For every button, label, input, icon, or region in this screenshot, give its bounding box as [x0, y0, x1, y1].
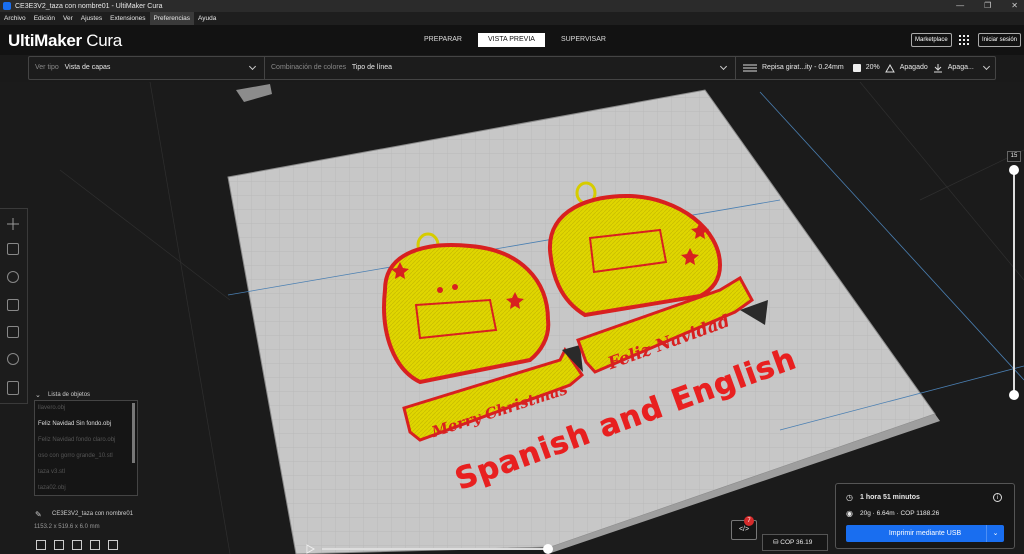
menu-ver[interactable]: Ver [59, 12, 77, 25]
view-front-icon[interactable] [54, 540, 64, 550]
list-item[interactable]: taza02.obj [38, 485, 66, 491]
list-item[interactable]: taza v3.stl [38, 469, 65, 475]
cura-app-icon [3, 2, 11, 10]
rotate-tool-icon[interactable] [7, 271, 19, 283]
per-model-settings-icon[interactable] [7, 326, 19, 338]
project-file-name: CE3E3V2_taza con nombre01 [52, 511, 134, 517]
scrollbar[interactable] [132, 403, 135, 463]
menu-edicion[interactable]: Edición [30, 12, 59, 25]
object-list[interactable]: llavero.obj Feliz Navidad Sin fondo.obj … [34, 400, 138, 496]
adhesion-icon [933, 63, 942, 72]
apps-grid-icon[interactable] [959, 35, 969, 45]
window-controls: — ❐ ✕ [956, 0, 1018, 12]
list-item[interactable]: oso con gorro grande_10.stl [38, 453, 113, 459]
minimize-icon[interactable]: — [956, 0, 964, 12]
chevron-down-icon[interactable]: ⌄ [35, 391, 41, 399]
material-usage: 20g · 6.64m · COP 1188.26 [860, 510, 940, 517]
print-usb-button[interactable]: Imprimir mediante USB ⌄ [846, 525, 1004, 542]
menu-ayuda[interactable]: Ayuda [194, 12, 220, 25]
tab-vista-previa[interactable]: VISTA PREVIA [478, 33, 545, 47]
object-list-panel: ⌄ Lista de objetos llavero.obj Feliz Nav… [28, 388, 142, 554]
tab-supervisar[interactable]: SUPERVISAR [551, 33, 616, 47]
close-icon[interactable]: ✕ [1011, 0, 1018, 12]
color-scheme-value: Tipo de línea [351, 64, 393, 71]
print-panel: ◷ 1 hora 51 minutos i ◉ 20g · 6.64m · CO… [835, 483, 1015, 549]
cylinder-tool-icon[interactable] [7, 381, 19, 395]
maximize-icon[interactable]: ❐ [984, 0, 991, 12]
list-item[interactable]: Feliz Navidad Sin fondo.obj [38, 421, 111, 427]
print-time: 1 hora 51 minutos [860, 494, 920, 501]
color-scheme-select[interactable]: Combinación de colores Tipo de línea [271, 57, 392, 79]
chevron-down-icon[interactable] [719, 62, 728, 71]
stage-tabs: PREPARAR VISTA PREVIA SUPERVISAR [414, 33, 616, 47]
infill-icon [852, 64, 861, 72]
signin-button[interactable]: Iniciar sesión [978, 33, 1022, 47]
mirror-tool-icon[interactable] [7, 299, 19, 311]
chevron-down-icon[interactable] [982, 62, 991, 71]
app-header: UltiMaker Cura PREPARAR VISTA PREVIA SUP… [0, 25, 1024, 55]
view-type-select[interactable]: Ver tipo Vista de capas [35, 57, 110, 79]
layer-slider[interactable] [1013, 170, 1015, 395]
list-item[interactable]: llavero.obj [38, 405, 65, 411]
layer-slider-top-handle[interactable] [1009, 165, 1019, 175]
menu-ajustes[interactable]: Ajustes [77, 12, 106, 25]
menu-extensiones[interactable]: Extensiones [106, 12, 149, 25]
menu-preferencias[interactable]: Preferencias [149, 12, 195, 25]
print-settings-summary[interactable]: Repisa girat...ity - 0.24mm 20% Apagado … [743, 57, 974, 79]
move-tool-icon[interactable] [7, 217, 19, 230]
list-item[interactable]: Feliz Navidad fondo claro.obj [38, 437, 115, 443]
window-title: CE3E3V2_taza con nombre01 - UltiMaker Cu… [15, 2, 163, 10]
view-top-icon[interactable] [72, 540, 82, 550]
chevron-down-icon[interactable] [248, 62, 257, 71]
support-blocker-icon[interactable] [7, 353, 19, 365]
menu-bar: Archivo Edición Ver Ajustes Extensiones … [0, 12, 1024, 25]
scale-tool-icon[interactable] [7, 243, 19, 255]
edit-pencil-icon[interactable]: ✎ [35, 510, 42, 519]
clock-icon: ◷ [846, 493, 853, 502]
layer-slider-bottom-handle[interactable] [1009, 390, 1019, 400]
model-dimensions: 1153.2 x 519.6 x 6.0 mm [34, 524, 100, 530]
path-slider-handle[interactable] [543, 544, 553, 554]
spool-icon: ◉ [846, 509, 853, 518]
cost-summary[interactable]: ⛁ COP 36.19 [762, 534, 828, 551]
object-list-title: Lista de objetos [48, 392, 91, 398]
layer-number-input[interactable]: 15 [1007, 151, 1021, 162]
notification-badge: 7 [744, 516, 754, 526]
view-orientation-buttons [36, 540, 118, 550]
view-toolbar: Ver tipo Vista de capas Combinación de c… [28, 56, 996, 80]
tab-preparar[interactable]: PREPARAR [414, 33, 472, 47]
view-3d-icon[interactable] [36, 540, 46, 550]
view-right-icon[interactable] [108, 540, 118, 550]
path-slider[interactable] [322, 548, 548, 550]
sliders-icon [743, 64, 757, 72]
support-icon [884, 63, 895, 72]
title-bar: CE3E3V2_taza con nombre01 - UltiMaker Cu… [0, 0, 1024, 12]
chevron-down-icon[interactable]: ⌄ [986, 525, 1004, 542]
play-icon[interactable] [306, 544, 315, 554]
money-icon: ⛁ [773, 539, 779, 546]
menu-archivo[interactable]: Archivo [0, 12, 30, 25]
brand-logo: UltiMaker Cura [8, 31, 122, 50]
marketplace-button[interactable]: Marketplace [911, 33, 952, 47]
info-icon[interactable]: i [993, 493, 1002, 502]
view-type-value: Vista de capas [64, 64, 111, 71]
tool-panel [0, 208, 28, 404]
view-left-icon[interactable] [90, 540, 100, 550]
